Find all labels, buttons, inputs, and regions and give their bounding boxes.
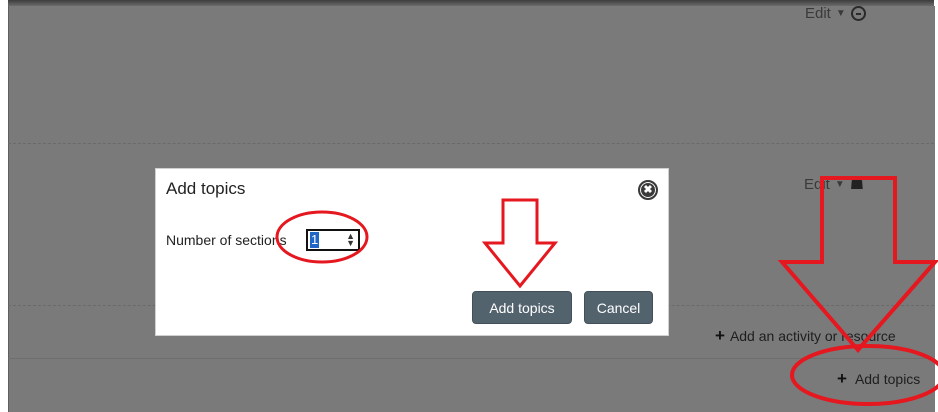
annotation-layer [275, 176, 938, 406]
down-arrow-icon [481, 198, 559, 289]
down-arrow-icon [777, 176, 938, 354]
highlight-ellipse [790, 344, 938, 406]
highlight-ellipse [275, 210, 369, 264]
page: Edit ▼ Edit ▼ ☗ + Add an activity or res… [0, 0, 938, 412]
